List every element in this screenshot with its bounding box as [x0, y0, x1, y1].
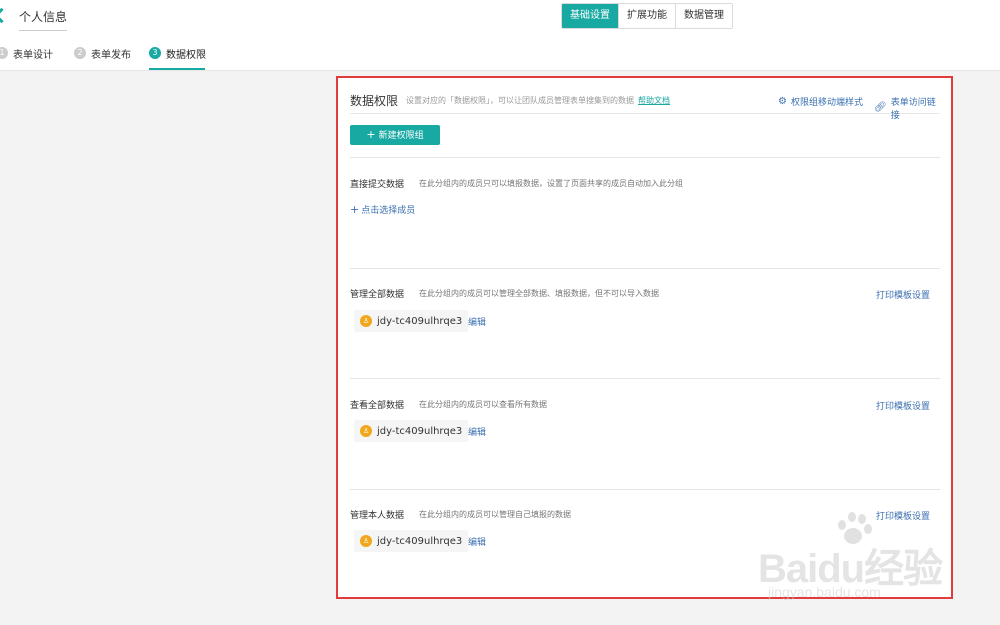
group-description: 在此分组内的成员只可以填报数据，设置了页面共享的成员自动加入此分组: [419, 179, 683, 188]
help-doc-link[interactable]: 帮助文档: [638, 96, 670, 105]
mobile-style-link[interactable]: ⚙ 权限组移动端样式: [778, 95, 863, 108]
gear-icon: ⚙: [778, 95, 787, 107]
permissions-panel: 数据权限 设置对应的「数据权限」，可以让团队成员管理表单搜集到的数据 帮助文档 ⚙…: [338, 78, 952, 598]
back-arrow-icon[interactable]: [0, 7, 4, 25]
tab-extensions[interactable]: 扩展功能: [618, 4, 675, 28]
print-template-link[interactable]: 打印模板设置: [876, 509, 930, 522]
print-template-link[interactable]: 打印模板设置: [876, 288, 930, 301]
link-icon: 🔗︎: [874, 102, 887, 113]
tab-basic-settings[interactable]: 基础设置: [562, 4, 618, 28]
edit-link[interactable]: 编辑: [468, 535, 486, 548]
active-step-indicator: [149, 68, 205, 70]
panel-title: 数据权限: [350, 94, 399, 108]
add-member-label: 点击选择成员: [361, 206, 416, 216]
form-access-link[interactable]: 🔗︎ 表单访问链接: [874, 95, 940, 121]
member-chip: ♙ jdy-tc409ulhrqe3: [354, 310, 469, 332]
step-label: 表单发布: [91, 49, 131, 61]
group-title: 直接提交数据: [350, 180, 405, 190]
edit-link[interactable]: 编辑: [468, 425, 486, 438]
form-title[interactable]: 个人信息: [19, 8, 68, 31]
plus-icon: +: [350, 203, 360, 216]
form-access-label: 表单访问链接: [890, 98, 936, 121]
divider: [350, 157, 940, 158]
plus-icon: +: [366, 128, 376, 141]
step-number: 1: [0, 47, 8, 59]
panel-description: 设置对应的「数据权限」，可以让团队成员管理表单搜集到的数据 帮助文档: [406, 95, 670, 106]
step-number: 3: [149, 47, 161, 59]
edit-link[interactable]: 编辑: [468, 315, 486, 328]
mobile-style-label: 权限组移动端样式: [790, 98, 863, 108]
new-group-label: 新建权限组: [378, 131, 424, 141]
step-label: 表单设计: [13, 49, 53, 61]
divider: [350, 489, 940, 490]
member-name: jdy-tc409ulhrqe3: [377, 315, 463, 327]
member-chip: ♙ jdy-tc409ulhrqe3: [354, 420, 469, 442]
top-bar: 个人信息 基础设置 扩展功能 数据管理: [0, 0, 1000, 35]
settings-tab-group: 基础设置 扩展功能 数据管理: [561, 3, 733, 29]
group-title: 管理本人数据: [350, 511, 405, 521]
step-form-design[interactable]: 1 表单设计: [0, 45, 53, 61]
group-description: 在此分组内的成员可以管理自己填报的数据: [419, 510, 571, 519]
tab-data-management[interactable]: 数据管理: [675, 4, 732, 28]
panel-description-text: 设置对应的「数据权限」，可以让团队成员管理表单搜集到的数据: [406, 96, 634, 105]
member-chip: ♙ jdy-tc409ulhrqe3: [354, 530, 469, 552]
step-data-permissions[interactable]: 3 数据权限: [149, 45, 206, 61]
group-description: 在此分组内的成员可以管理全部数据、填报数据，但不可以导入数据: [419, 289, 659, 298]
avatar: ♙: [360, 535, 372, 547]
group-title: 管理全部数据: [350, 290, 405, 300]
group-description: 在此分组内的成员可以查看所有数据: [419, 400, 547, 409]
step-number: 2: [74, 47, 86, 59]
group-title: 查看全部数据: [350, 401, 405, 411]
divider: [350, 378, 940, 379]
step-label: 数据权限: [166, 49, 206, 61]
print-template-link[interactable]: 打印模板设置: [876, 399, 930, 412]
member-name: jdy-tc409ulhrqe3: [377, 425, 463, 437]
avatar: ♙: [360, 315, 372, 327]
add-member-link[interactable]: + 点击选择成员: [350, 203, 415, 216]
member-name: jdy-tc409ulhrqe3: [377, 535, 463, 547]
divider: [350, 268, 940, 269]
step-form-publish[interactable]: 2 表单发布: [74, 45, 131, 61]
panel-header: 数据权限 设置对应的「数据权限」，可以让团队成员管理表单搜集到的数据 帮助文档 ⚙…: [350, 90, 940, 121]
avatar: ♙: [360, 425, 372, 437]
new-permission-group-button[interactable]: + 新建权限组: [350, 125, 440, 145]
step-nav: 1 表单设计 2 表单发布 3 数据权限: [0, 35, 1000, 71]
